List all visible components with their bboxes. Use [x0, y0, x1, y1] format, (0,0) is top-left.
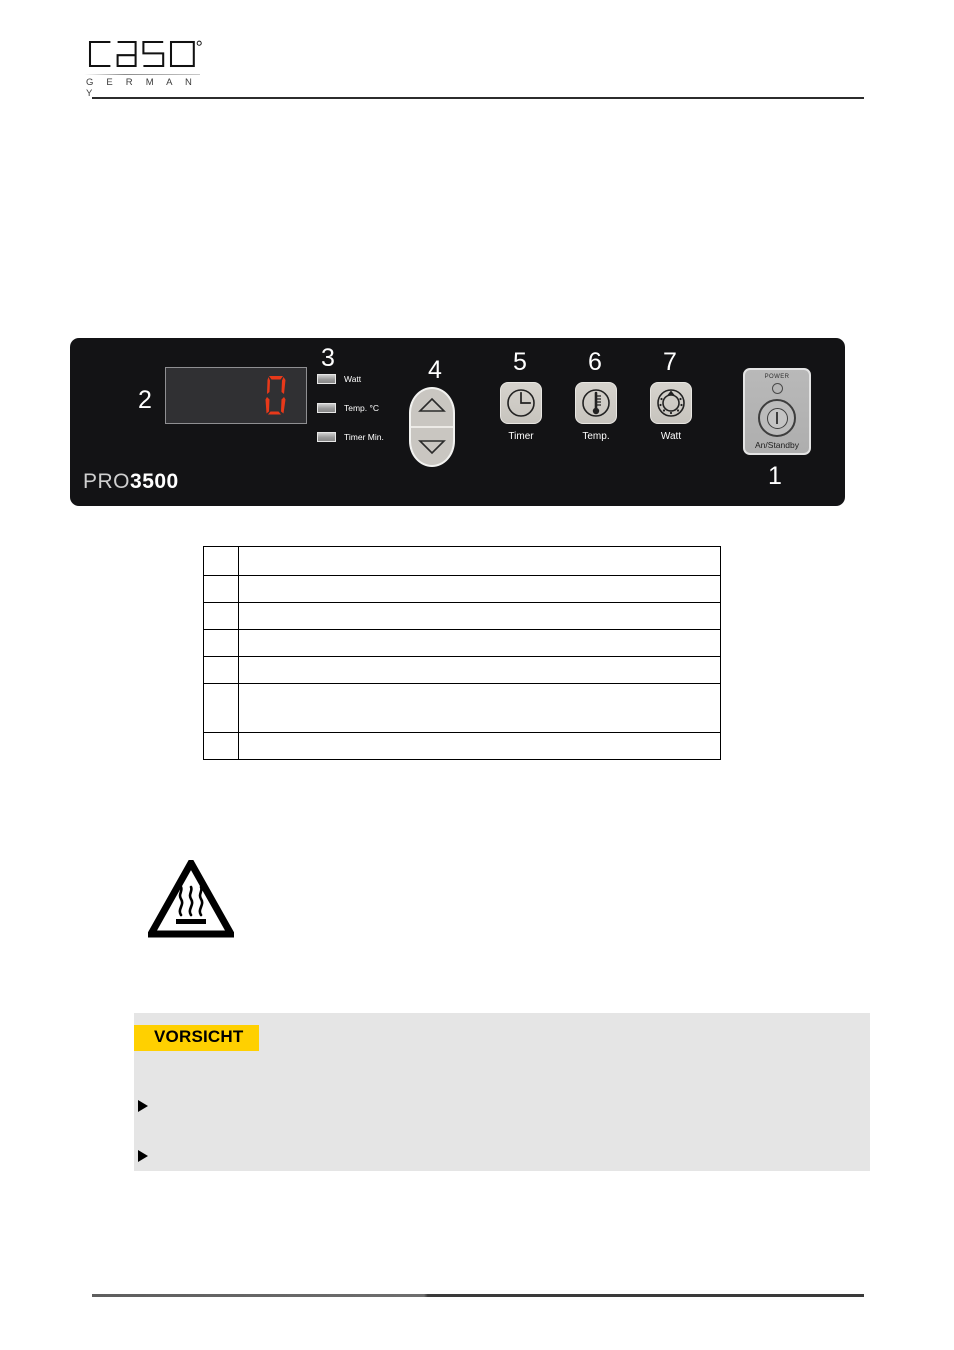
table-cell-description	[238, 629, 721, 657]
table-cell-number	[203, 683, 239, 733]
table-cell-description	[238, 575, 721, 603]
model-number: 3500	[130, 470, 179, 493]
caution-item	[138, 1099, 838, 1112]
power-button[interactable]	[758, 399, 796, 437]
led-chip-timer-icon	[317, 431, 336, 442]
bullet-arrow-icon	[138, 1100, 148, 1112]
led-chip-temp-icon	[317, 402, 336, 413]
table-cell-number	[203, 656, 239, 684]
power-standby-plate[interactable]: POWER An/Standby	[743, 368, 811, 455]
table-cell-number	[203, 575, 239, 603]
led-chip-watt-icon	[317, 373, 336, 384]
watt-button[interactable]	[650, 382, 692, 424]
caution-item	[138, 1149, 838, 1162]
model-prefix: PRO	[83, 470, 131, 493]
table-row	[203, 575, 721, 603]
hot-surface-warning-symbol-icon	[148, 860, 234, 938]
legend-table	[203, 546, 721, 760]
led-label-watt: Watt	[344, 373, 362, 384]
callout-number-1: 1	[768, 462, 782, 490]
thermometer-icon	[582, 389, 610, 417]
callout-number-4: 4	[428, 356, 442, 384]
table-cell-description	[238, 732, 721, 760]
table-row	[203, 683, 721, 733]
table-row	[203, 656, 721, 684]
table-row	[203, 732, 721, 760]
callout-number-6: 6	[588, 348, 602, 376]
footer-divider	[92, 1294, 864, 1297]
led-label-temp: Temp. °C	[344, 402, 380, 413]
table-row	[203, 629, 721, 657]
down-arrow-icon[interactable]	[418, 439, 446, 455]
watt-button-label: Watt	[660, 431, 682, 442]
table-cell-description	[238, 602, 721, 630]
table-row	[203, 546, 721, 576]
seven-segment-digit-icon	[265, 376, 286, 415]
power-symbol-bar	[776, 412, 778, 424]
model-name: PRO3500	[83, 470, 179, 494]
temp-button[interactable]	[575, 382, 617, 424]
control-panel-figure: 2 3 Watt Temp. °C Timer Min. 4 5 Timer 6…	[70, 338, 845, 506]
timer-button[interactable]	[500, 382, 542, 424]
table-cell-number	[203, 602, 239, 630]
bullet-arrow-icon	[138, 1150, 148, 1162]
callout-number-7: 7	[663, 348, 677, 376]
power-dial-icon	[657, 389, 685, 417]
callout-number-5: 5	[513, 348, 527, 376]
power-led-indicator	[771, 383, 783, 394]
led-row-watt: Watt	[317, 367, 437, 390]
table-cell-description	[238, 656, 721, 684]
led-label-timer: Timer Min.	[344, 431, 384, 442]
clock-icon	[507, 389, 535, 417]
table-cell-description	[238, 546, 721, 576]
power-symbol-icon	[766, 407, 788, 429]
caution-tag: VORSICHT	[134, 1025, 260, 1051]
up-down-rocker-button[interactable]	[409, 387, 455, 467]
power-led-label: POWER	[764, 374, 790, 380]
table-cell-description	[238, 683, 721, 733]
caso-wordmark-icon	[88, 40, 202, 68]
table-cell-number	[203, 732, 239, 760]
page-header: G E R M A N Y	[0, 0, 954, 110]
callout-number-2: 2	[138, 386, 152, 414]
caso-logo: G E R M A N Y	[84, 36, 204, 99]
table-cell-number	[203, 546, 239, 576]
header-divider	[92, 97, 864, 99]
table-cell-number	[203, 629, 239, 657]
up-arrow-icon[interactable]	[418, 397, 446, 413]
lcd-display	[165, 367, 307, 424]
rocker-divider	[411, 426, 453, 428]
brand-subtitle: G E R M A N Y	[86, 77, 198, 99]
power-button-caption: An/Standby	[755, 440, 799, 450]
table-row	[203, 602, 721, 630]
logo-underline	[84, 74, 200, 75]
caution-box: VORSICHT	[134, 1013, 870, 1171]
